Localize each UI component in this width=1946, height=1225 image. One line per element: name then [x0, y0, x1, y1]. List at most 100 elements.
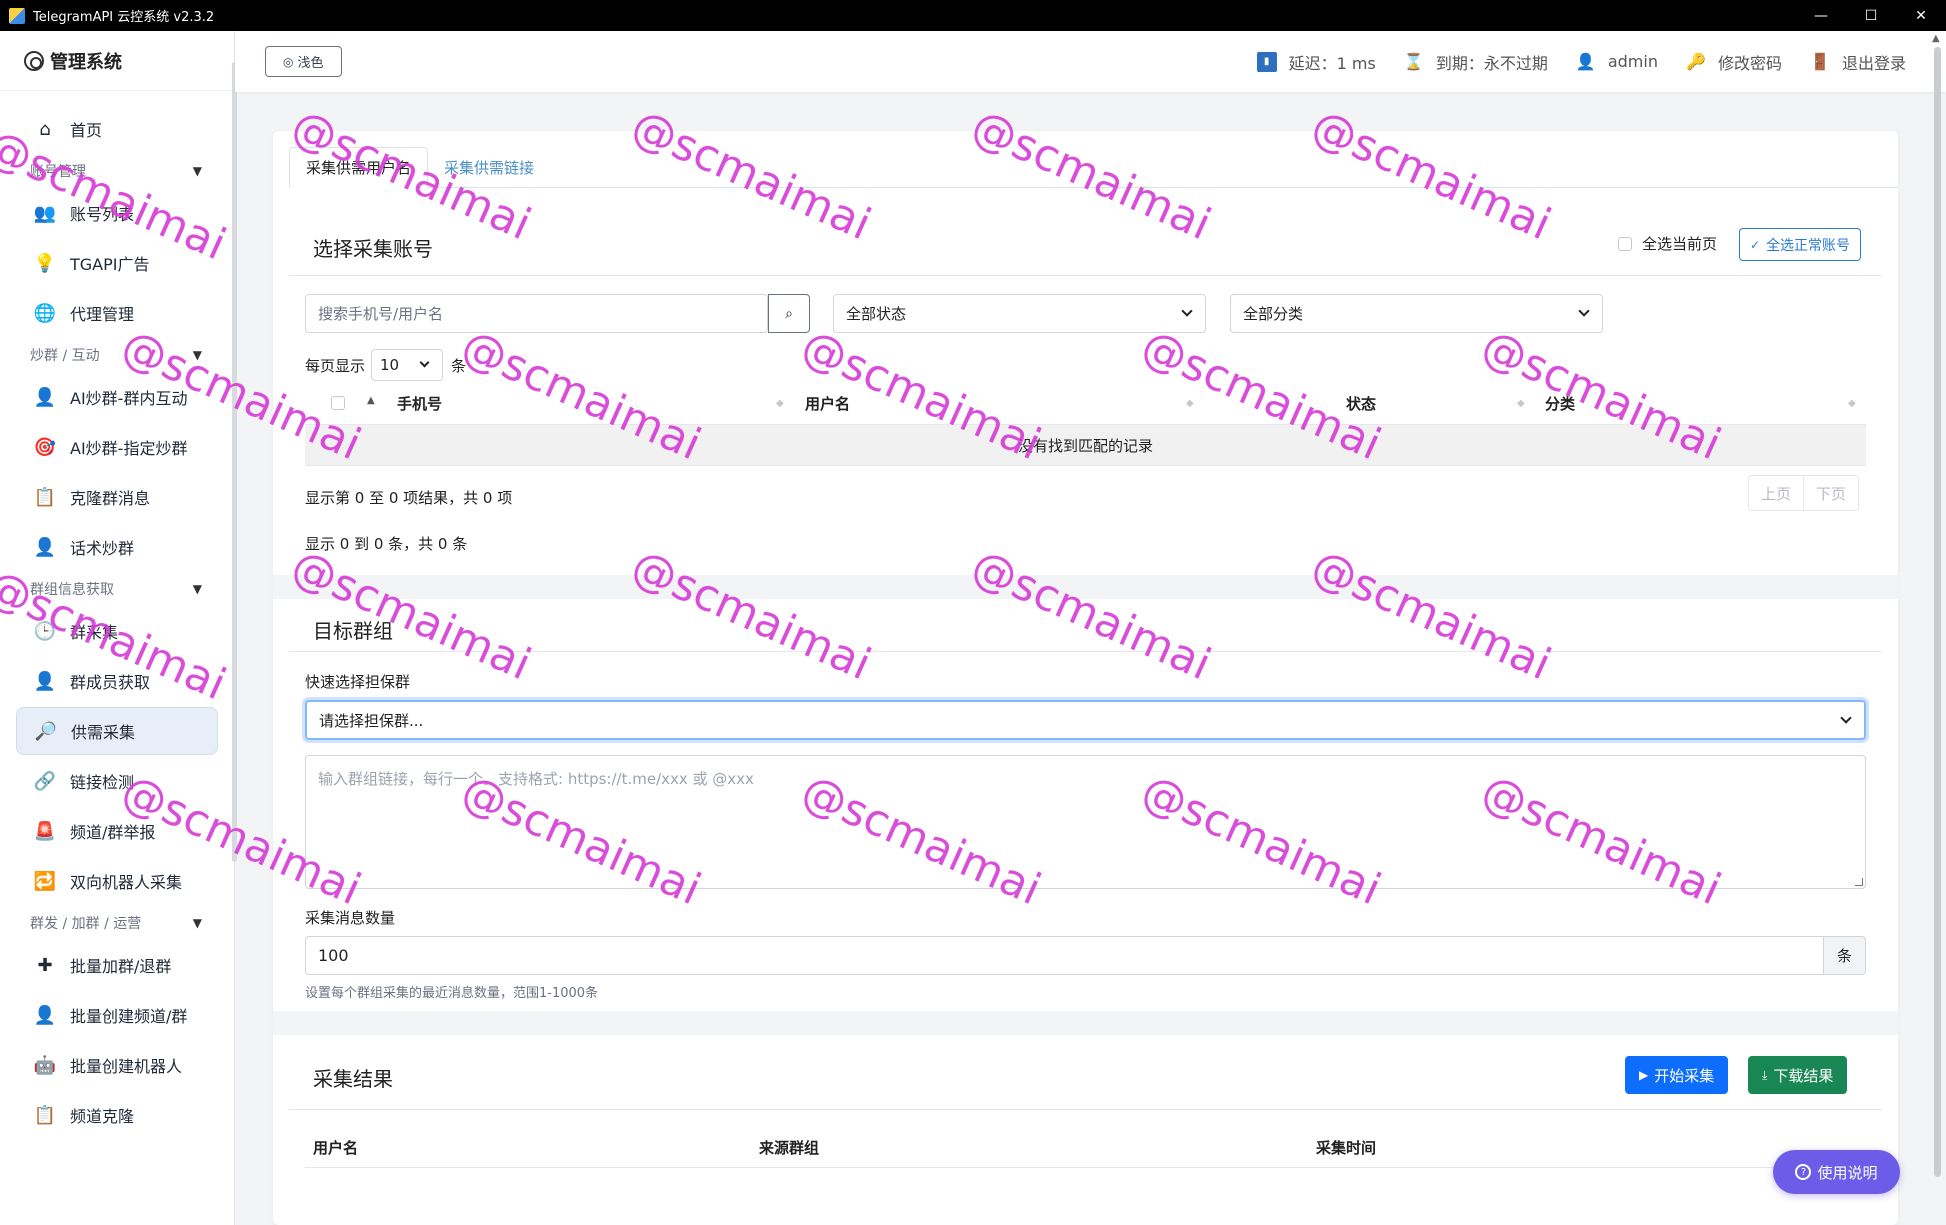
sidebar-group-header[interactable]: 炒群 / 互动 ▼	[0, 339, 234, 371]
sort-icon[interactable]: ◆	[1848, 398, 1856, 409]
download-results-label: 下载结果	[1773, 1066, 1834, 1085]
caret-down-icon: ▼	[192, 348, 202, 362]
search-icon: ⌕	[785, 305, 793, 322]
sort-icon[interactable]: ◆	[776, 398, 784, 409]
plus-icon: ✚	[37, 954, 53, 976]
logout-link[interactable]: 🚪 退出登录	[1810, 50, 1906, 74]
sidebar-item[interactable]: 🕒 群采集	[16, 607, 218, 655]
start-collect-label: 开始采集	[1654, 1066, 1715, 1085]
sidebar-item[interactable]: 🌐 代理管理	[16, 289, 218, 337]
select-current-page-checkbox[interactable]: 全选当前页	[1618, 233, 1717, 254]
tab-collect-links[interactable]: 采集供需链接	[428, 147, 550, 188]
sidebar-item-label: TGAPI广告	[70, 255, 150, 274]
section-gap	[273, 575, 1898, 599]
robot-icon: 🤖	[33, 1054, 57, 1076]
window-titlebar: TelegramAPI 云控系统 v2.3.2 — ☐ ✕	[0, 0, 1946, 31]
latency-text: 延迟：1 ms	[1288, 53, 1376, 73]
page-size-suffix: 条	[451, 356, 467, 375]
user-menu[interactable]: 👤 admin	[1576, 52, 1658, 72]
sidebar-item-label: AI炒群-群内互动	[70, 389, 188, 408]
resize-handle-icon[interactable]	[1855, 878, 1863, 886]
group-links-textarea[interactable]: 输入群组链接，每行一个。支持格式: https://t.me/xxx 或 @xx…	[305, 755, 1866, 889]
sidebar-item-label: 频道/群举报	[70, 823, 156, 842]
select-all-normal-button[interactable]: ✓ 全选正常账号	[1739, 228, 1862, 261]
sidebar-item[interactable]: ✚ 批量加群/退群	[16, 941, 218, 989]
clock-icon: 🕒	[33, 620, 57, 642]
sort-asc-icon[interactable]: ▲	[367, 395, 375, 406]
tab-bar: 采集供需用户名 采集供需链接	[289, 147, 1898, 188]
header-status-area: ▮ 延迟：1 ms ⌛ 到期：永不过期 👤 admin 🔑 修改密码 🚪 退出登…	[1256, 31, 1906, 92]
expiry-indicator: ⌛ 到期：永不过期	[1404, 50, 1548, 74]
tab-collect-usernames[interactable]: 采集供需用户名	[289, 147, 429, 188]
sidebar-group-header[interactable]: 群组信息获取 ▼	[0, 573, 234, 605]
prev-page-button[interactable]: 上页	[1748, 475, 1805, 511]
sidebar-item[interactable]: ⌂ 首页	[16, 105, 218, 153]
search-button[interactable]: ⌕	[768, 294, 810, 333]
sidebar-item-label: 代理管理	[70, 305, 135, 324]
sidebar-item-label: 批量创建机器人	[70, 1057, 183, 1076]
minimize-button[interactable]: —	[1796, 0, 1846, 31]
target-section-title: 目标群组	[313, 619, 393, 643]
logout-label: 退出登录	[1841, 53, 1906, 73]
next-page-button[interactable]: 下页	[1804, 475, 1860, 511]
maximize-button[interactable]: ☐	[1846, 0, 1896, 31]
brand: 管理系统	[0, 31, 234, 91]
page-size-select[interactable]: 10	[371, 349, 444, 381]
sidebar-item[interactable]: 🔎 供需采集	[16, 707, 218, 755]
sidebar-item-label: 批量加群/退群	[70, 957, 172, 976]
sidebar-group-label: 账号管理	[30, 164, 86, 180]
sidebar-item[interactable]: 📋 克隆群消息	[16, 473, 218, 521]
sidebar-item[interactable]: 🔁 双向机器人采集	[16, 857, 218, 905]
download-results-button[interactable]: ⤓ 下载结果	[1748, 1056, 1848, 1094]
app-icon	[9, 7, 25, 24]
sidebar-item[interactable]: 🔗 链接检测	[16, 757, 218, 805]
hourglass-icon: ⌛	[1403, 52, 1424, 71]
sidebar-group-header[interactable]: 群发 / 加群 / 运营 ▼	[0, 907, 234, 939]
door-icon: 🚪	[1810, 52, 1830, 71]
sidebar-item[interactable]: 👤 群成员获取	[16, 657, 218, 705]
sidebar-item[interactable]: 👥 账号列表	[16, 189, 218, 237]
close-button[interactable]: ✕	[1896, 0, 1946, 31]
sidebar-item-label: 频道克隆	[70, 1107, 135, 1126]
result-column-source-group: 来源群组	[759, 1139, 820, 1157]
change-password-link[interactable]: 🔑 修改密码	[1686, 50, 1782, 74]
quick-select-label: 快速选择担保群	[305, 673, 411, 691]
lightbulb-icon: 💡	[33, 252, 57, 274]
message-count-input[interactable]: 100	[305, 936, 1824, 975]
main-scrollbar[interactable]	[1934, 47, 1941, 1177]
sidebar-item[interactable]: 🤖 批量创建机器人	[16, 1041, 218, 1089]
select-current-page-label: 全选当前页	[1642, 235, 1718, 253]
sidebar-scrollbar[interactable]	[232, 62, 237, 862]
sort-icon[interactable]: ◆	[1186, 398, 1194, 409]
column-header-category[interactable]: 分类	[1545, 393, 1575, 414]
sidebar-group-label: 炒群 / 互动	[30, 348, 100, 364]
clipboard-icon: 📋	[33, 486, 57, 508]
user-avatar-icon: 👤	[33, 386, 57, 408]
usage-guide-button[interactable]: ? 使用说明	[1773, 1150, 1900, 1194]
sort-icon[interactable]: ◆	[1517, 398, 1525, 409]
status-filter-select[interactable]: 全部状态	[833, 294, 1206, 333]
column-header-username[interactable]: 用户名	[805, 393, 850, 414]
sidebar-item[interactable]: 📋 频道克隆	[16, 1091, 218, 1139]
sidebar-item[interactable]: 👤 批量创建频道/群	[16, 991, 218, 1039]
sidebar-item[interactable]: 👤 话术炒群	[16, 523, 218, 571]
sidebar-group-header[interactable]: 账号管理 ▼	[0, 155, 234, 187]
table-select-all-checkbox[interactable]	[331, 396, 345, 410]
group-links-placeholder: 输入群组链接，每行一个。支持格式: https://t.me/xxx 或 @xx…	[318, 770, 754, 788]
target-icon: 🎯	[33, 436, 57, 458]
sidebar-item[interactable]: 👤 AI炒群-群内互动	[16, 373, 218, 421]
sidebar-item[interactable]: 🚨 频道/群举报	[16, 807, 218, 855]
repeat-icon: 🔁	[33, 870, 57, 892]
category-filter-select[interactable]: 全部分类	[1230, 294, 1603, 333]
sidebar-item[interactable]: 🎯 AI炒群-指定炒群	[16, 423, 218, 471]
start-collect-button[interactable]: ▶ 开始采集	[1625, 1056, 1729, 1094]
window-title: TelegramAPI 云控系统 v2.3.2	[33, 10, 215, 25]
column-header-phone[interactable]: 手机号	[397, 393, 442, 414]
guarantee-group-select[interactable]: 请选择担保群...	[305, 700, 1866, 740]
column-header-status[interactable]: 状态	[1346, 393, 1376, 414]
scroll-up-arrow-icon[interactable]: ▲	[1932, 33, 1940, 44]
sidebar-item[interactable]: 💡 TGAPI广告	[16, 239, 218, 287]
account-search-input[interactable]: 搜索手机号/用户名	[305, 294, 768, 333]
theme-toggle-button[interactable]: ◎ 浅色	[265, 46, 342, 77]
sidebar: 管理系统 ⌂ 首页 账号管理 ▼ 👥 账号列表 💡 TGAPI广告 🌐 代理管理 炒群 / 互动 ▼ 👤…	[0, 31, 235, 1225]
